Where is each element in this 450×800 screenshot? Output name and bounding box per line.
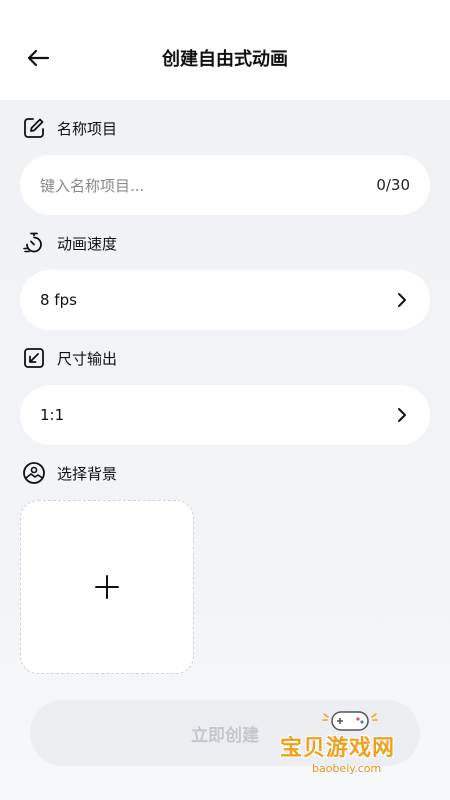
speed-selector[interactable]: 8 fps (20, 270, 430, 330)
background-picker[interactable] (20, 500, 194, 674)
section-label-background: 选择背景 (22, 461, 117, 485)
character-counter: 0/30 (376, 176, 410, 194)
name-field[interactable]: 键入名称项目... 0/30 (20, 155, 430, 215)
section-label-text: 尺寸输出 (57, 349, 118, 368)
watermark-logo: 宝贝游戏网 baobeiy.com (270, 708, 440, 788)
size-value: 1:1 (40, 406, 65, 424)
resize-icon (22, 346, 46, 370)
chevron-right-icon (394, 292, 410, 308)
image-icon (22, 461, 46, 485)
plus-icon (95, 575, 119, 599)
app-header: 创建自由式动画 (0, 0, 450, 100)
size-selector[interactable]: 1:1 (20, 385, 430, 445)
section-label-text: 选择背景 (57, 464, 118, 483)
timer-icon (22, 231, 46, 255)
section-label-text: 动画速度 (57, 234, 118, 253)
section-label-text: 名称项目 (57, 119, 118, 138)
page-title: 创建自由式动画 (162, 49, 288, 70)
chevron-right-icon (394, 407, 410, 423)
section-label-name: 名称项目 (22, 116, 117, 140)
section-label-size: 尺寸输出 (22, 346, 117, 370)
watermark-domain: baobeiy.com (312, 762, 382, 775)
name-input[interactable]: 键入名称项目... (40, 175, 376, 196)
section-label-speed: 动画速度 (22, 231, 117, 255)
speed-value: 8 fps (40, 291, 77, 309)
edit-icon (22, 116, 46, 140)
watermark-text: 宝贝游戏网 (280, 736, 396, 761)
